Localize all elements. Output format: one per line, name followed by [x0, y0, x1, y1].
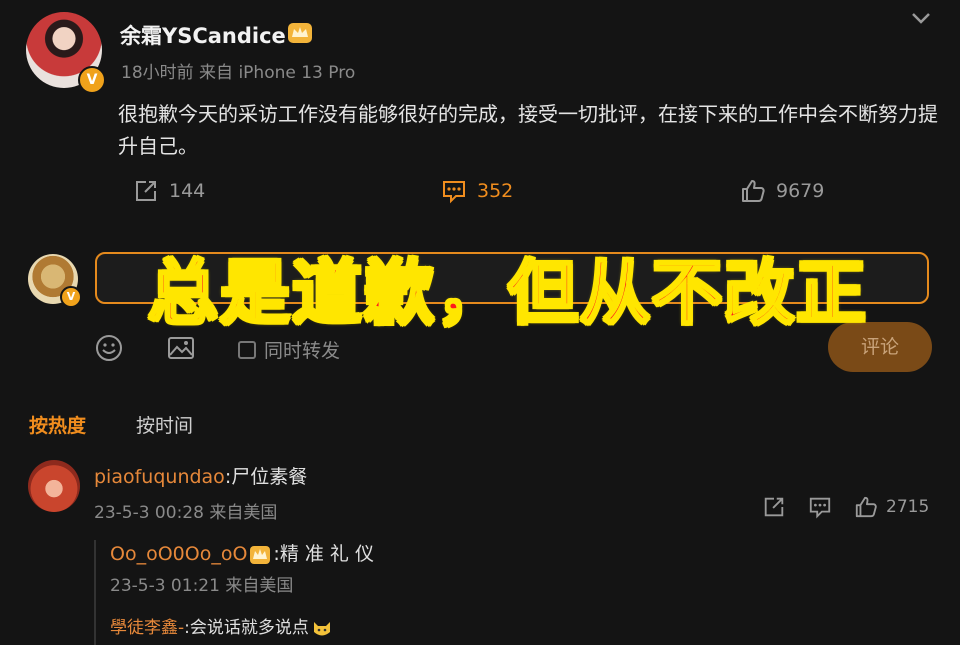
cat-emoji-icon [313, 622, 330, 636]
crown-icon [250, 545, 271, 564]
like-icon [742, 180, 765, 202]
reply-line: 學徒李鑫-:会说话就多说点 [110, 613, 335, 638]
post-meta: 18小时前 来自 iPhone 13 Pro [121, 63, 356, 83]
comment-like-count: 2715 [886, 497, 930, 517]
reply-meta: 23-5-3 01:21 来自美国 [110, 576, 294, 596]
comment-like-button[interactable]: 2715 [854, 495, 929, 519]
repost-button[interactable]: 144 [133, 178, 205, 204]
like-icon [855, 496, 877, 518]
reply-text: :精 准 礼 仪 [273, 543, 374, 565]
comment-meta: 23-5-3 00:28 来自美国 [94, 503, 278, 523]
like-count: 9679 [776, 180, 825, 202]
reply-username[interactable]: 學徒李鑫- [110, 618, 184, 638]
repost-count: 144 [169, 180, 206, 202]
reply-text: :会说话就多说点 [184, 618, 309, 638]
verified-badge: V [60, 286, 82, 308]
sort-by-hot-tab[interactable]: 按热度 [29, 411, 86, 438]
comment-count: 352 [477, 180, 514, 202]
repost-checkbox[interactable] [238, 340, 256, 359]
comment-icon [443, 181, 465, 204]
post-text: 很抱歉今天的采访工作没有能够很好的完成，接受一切批评，在接下来的工作中会不断努力… [118, 102, 938, 158]
overlay-headline: 总是道歉，但从不改正 [147, 251, 868, 336]
current-user-avatar: V [28, 254, 82, 308]
repost-icon[interactable] [762, 495, 786, 519]
like-button[interactable]: 9679 [740, 178, 824, 204]
reply-username[interactable]: Oo_oO0Oo_oO [110, 543, 247, 565]
sort-by-time-tab[interactable]: 按时间 [136, 411, 193, 438]
comment-text: :尸位素餐 [224, 466, 308, 488]
comment-button[interactable]: 352 [441, 178, 513, 204]
author-username[interactable]: 余霜YSCandice [120, 20, 286, 50]
chevron-down-icon[interactable] [908, 8, 934, 28]
repost-icon [136, 181, 156, 201]
reply-line: Oo_oO0Oo_oO :精 准 礼 仪 [110, 539, 374, 566]
crown-icon [288, 23, 312, 43]
comment-actions: 2715 [762, 495, 929, 519]
commenter-username[interactable]: piaofuqundao [94, 466, 225, 488]
repost-checkbox-label: 同时转发 [264, 340, 341, 362]
comment-icon[interactable] [808, 495, 832, 519]
verified-badge: V [78, 66, 106, 94]
author-avatar[interactable]: V [26, 12, 106, 94]
reply-thread-line [94, 540, 96, 645]
commenter-avatar[interactable] [28, 460, 80, 512]
comment-line: piaofuqundao:尸位素餐 [94, 462, 307, 489]
also-repost-toggle[interactable]: 同时转发 [238, 336, 340, 363]
